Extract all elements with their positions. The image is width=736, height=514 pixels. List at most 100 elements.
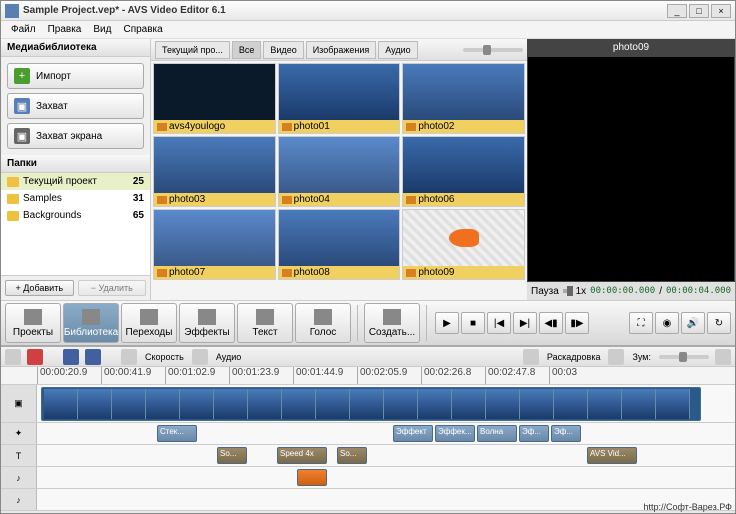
video-track-head[interactable]: ▣ <box>1 385 37 422</box>
ruler[interactable]: 00:00:20.900:00:41.900:01:02.900:01:23.9… <box>1 367 735 385</box>
screen-capture-button[interactable]: ▣Захват экрана <box>7 123 144 149</box>
create-button[interactable]: Создать... <box>364 303 420 343</box>
menu-help[interactable]: Справка <box>117 22 168 37</box>
storyboard-icon[interactable] <box>523 349 539 365</box>
image-badge-icon <box>282 196 292 204</box>
fit-icon[interactable] <box>608 349 624 365</box>
media-thumb[interactable]: photo08 <box>278 209 401 280</box>
audio-track-head[interactable]: ♪ <box>1 467 37 488</box>
import-button[interactable]: +Импорт <box>7 63 144 89</box>
remove-folder-button[interactable]: − Удалить <box>78 280 147 296</box>
camera-icon: ▣ <box>14 98 30 114</box>
folder-icon <box>7 177 19 187</box>
watermark: http://Софт-Варез.РФ <box>643 502 732 512</box>
filter-bar: Текущий про... Все Видео Изображения Ауд… <box>151 39 527 61</box>
preview-video[interactable] <box>527 56 735 282</box>
text-track-head[interactable]: T <box>1 445 37 466</box>
thumb-size-slider[interactable] <box>463 48 523 52</box>
filter-current[interactable]: Текущий про... <box>155 41 230 59</box>
thumb-image <box>403 64 524 120</box>
library-icon <box>82 309 100 325</box>
timeline-clip[interactable]: AVS Vid... <box>587 447 637 464</box>
next-frame-button[interactable]: ▮▶ <box>565 312 589 334</box>
filter-images[interactable]: Изображения <box>306 41 377 59</box>
timeline-clip[interactable]: Speed 4x <box>277 447 327 464</box>
media-thumb[interactable]: photo06 <box>402 136 525 207</box>
tool-strip: Проекты Библиотека Переходы Эффекты Текс… <box>1 300 735 346</box>
video-track-body[interactable] <box>37 385 735 422</box>
projects-button[interactable]: Проекты <box>5 303 61 343</box>
minimize-button[interactable]: _ <box>667 4 687 18</box>
menu-view[interactable]: Вид <box>87 22 117 37</box>
stop-button[interactable]: ■ <box>461 312 485 334</box>
capture-button[interactable]: ▣Захват <box>7 93 144 119</box>
preview-seek-slider[interactable] <box>563 289 572 293</box>
effects-button[interactable]: Эффекты <box>179 303 235 343</box>
timeline-clip[interactable]: So... <box>217 447 247 464</box>
audio2-track-body[interactable] <box>37 489 735 510</box>
delete-tool-icon[interactable] <box>27 349 43 365</box>
speed-icon[interactable] <box>121 349 137 365</box>
play-button[interactable]: ▶ <box>435 312 459 334</box>
voice-button[interactable]: Голос <box>295 303 351 343</box>
filter-video[interactable]: Видео <box>263 41 303 59</box>
media-thumb[interactable]: photo04 <box>278 136 401 207</box>
text-track: T So... Speed 4x So... AVS Vid... <box>1 445 735 467</box>
prev-frame-button[interactable]: ◀▮ <box>539 312 563 334</box>
effects-track-body[interactable]: Стек...ЭффектЭффек...ВолнаЭф...Эф... <box>37 423 735 444</box>
undo-icon[interactable] <box>63 349 79 365</box>
cut-tool-icon[interactable] <box>5 349 21 365</box>
library-button[interactable]: Библиотека <box>63 303 119 343</box>
volume-button[interactable]: 🔊 <box>681 312 705 334</box>
text-button[interactable]: Текст <box>237 303 293 343</box>
projects-icon <box>24 309 42 325</box>
media-thumb[interactable]: photo01 <box>278 63 401 134</box>
filter-all[interactable]: Все <box>232 41 262 59</box>
filter-audio[interactable]: Аудио <box>378 41 417 59</box>
folder-row[interactable]: Backgrounds65 <box>1 207 150 224</box>
zoom-slider[interactable] <box>659 355 709 359</box>
timeline-clip[interactable]: Стек... <box>157 425 197 442</box>
media-thumb[interactable]: avs4youlogo <box>153 63 276 134</box>
close-button[interactable]: × <box>711 4 731 18</box>
redo-icon[interactable] <box>85 349 101 365</box>
media-thumb[interactable]: photo03 <box>153 136 276 207</box>
media-library-header: Медиабиблиотека <box>1 39 150 57</box>
image-badge-icon <box>157 269 167 277</box>
media-thumb[interactable]: photo02 <box>402 63 525 134</box>
media-thumb[interactable]: photo07 <box>153 209 276 280</box>
maximize-button[interactable]: □ <box>689 4 709 18</box>
folder-row[interactable]: Samples31 <box>1 190 150 207</box>
timeline-clip[interactable]: Эффек... <box>435 425 475 442</box>
timeline-clip[interactable]: Эф... <box>519 425 549 442</box>
add-folder-button[interactable]: + Добавить <box>5 280 74 296</box>
snapshot-button[interactable]: ◉ <box>655 312 679 334</box>
effects-track-head[interactable]: ✦ <box>1 423 37 444</box>
thumb-image <box>279 137 400 193</box>
prev-button[interactable]: |◀ <box>487 312 511 334</box>
timeline-clip[interactable] <box>297 469 327 486</box>
preview-title: photo09 <box>527 39 735 56</box>
media-thumb[interactable]: photo09 <box>402 209 525 280</box>
timeline-clip[interactable]: So... <box>337 447 367 464</box>
audio-track-body[interactable] <box>37 467 735 488</box>
preview-panel: photo09 Пауза 1x 00:00:00.000 / 00:00:04… <box>527 39 735 300</box>
fullscreen-button[interactable]: ⛶ <box>629 312 653 334</box>
folder-row[interactable]: Текущий проект25 <box>1 173 150 190</box>
transitions-button[interactable]: Переходы <box>121 303 177 343</box>
zoom-in-icon[interactable] <box>715 349 731 365</box>
audio2-track-head[interactable]: ♪ <box>1 489 37 510</box>
timeline-clip[interactable]: Эффект <box>393 425 433 442</box>
timeline-clip[interactable]: Эф... <box>551 425 581 442</box>
audio-icon[interactable] <box>192 349 208 365</box>
text-track-body[interactable]: So... Speed 4x So... AVS Vid... <box>37 445 735 466</box>
loop-button[interactable]: ↻ <box>707 312 731 334</box>
timeline-clip[interactable]: Волна <box>477 425 517 442</box>
video-track: ▣ <box>1 385 735 423</box>
pause-label: Пауза <box>531 286 559 297</box>
menu-edit[interactable]: Правка <box>42 22 88 37</box>
menu-file[interactable]: Файл <box>5 22 42 37</box>
next-button[interactable]: ▶| <box>513 312 537 334</box>
menubar: Файл Правка Вид Справка <box>1 21 735 39</box>
main-video-clip[interactable] <box>41 387 701 421</box>
